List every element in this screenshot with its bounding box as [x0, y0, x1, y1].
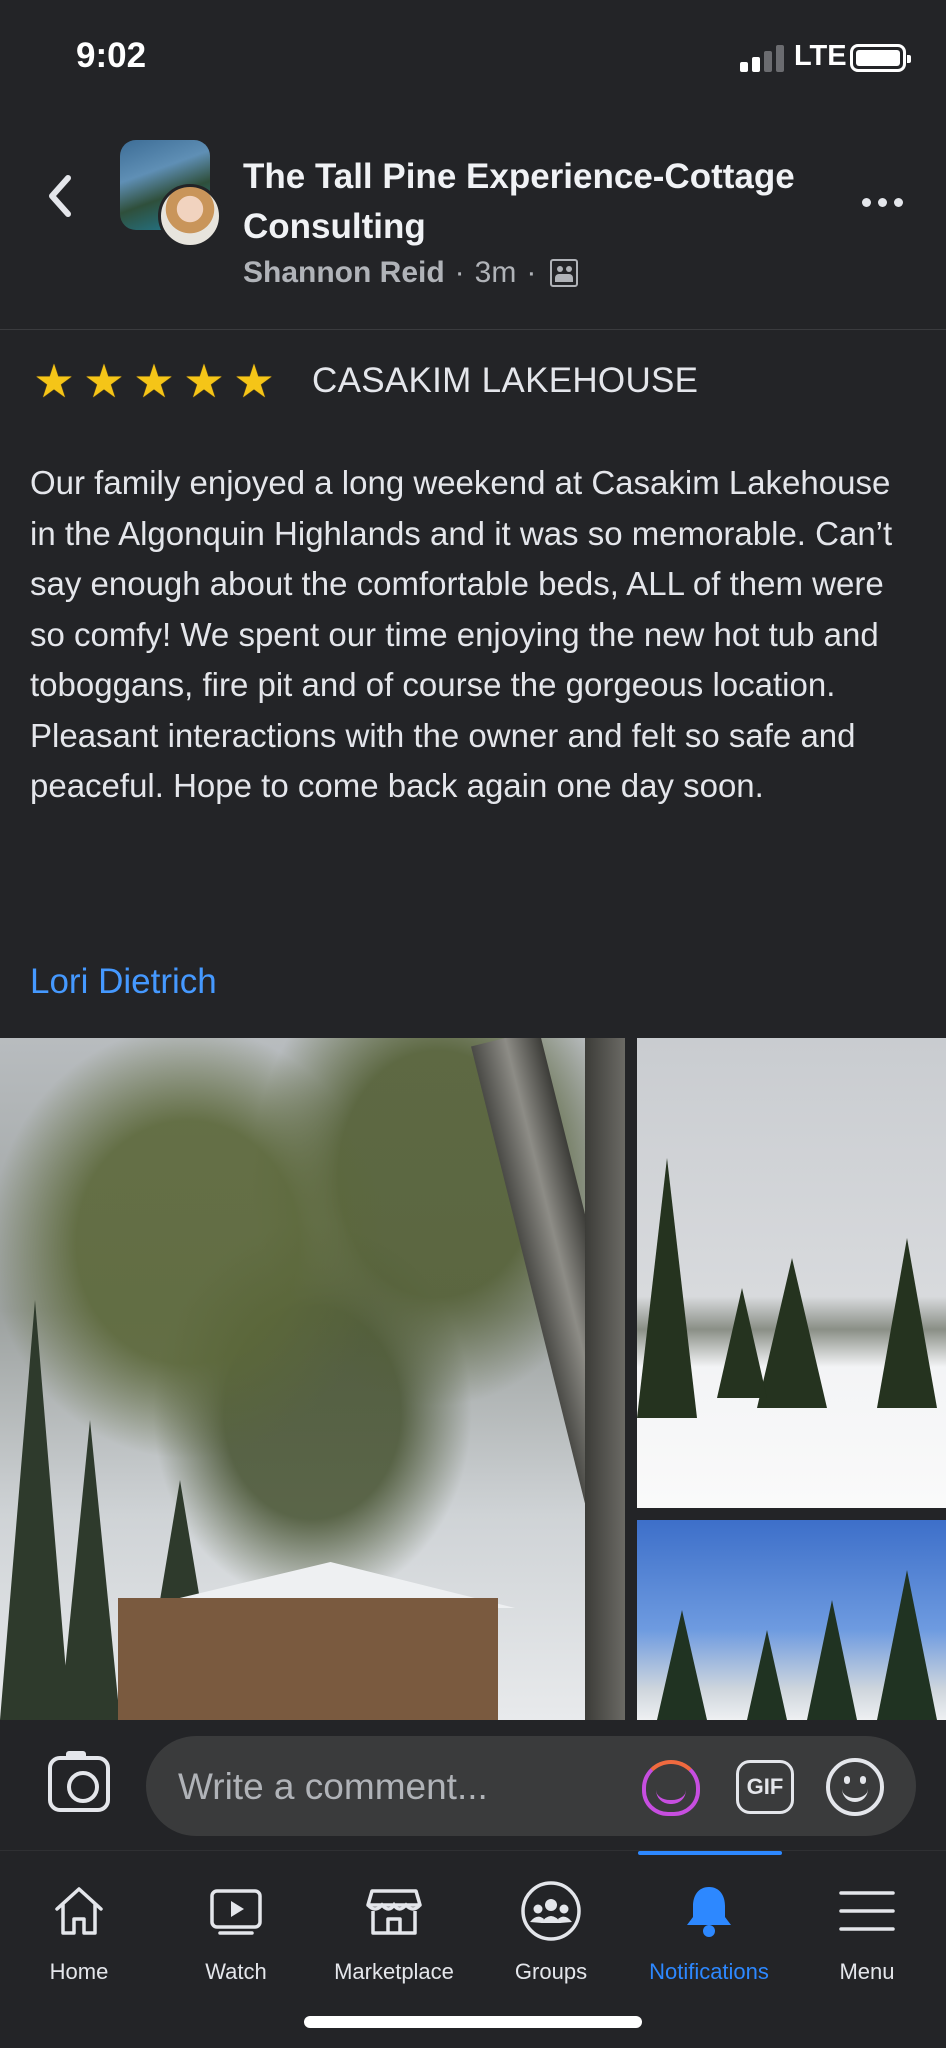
- blue-sky-pines-photo[interactable]: [637, 1520, 946, 1720]
- author-avatar[interactable]: [158, 184, 222, 248]
- group-members-icon: [550, 259, 579, 287]
- menu-icon: [839, 1891, 895, 1931]
- tab-marketplace[interactable]: Marketplace: [314, 1851, 474, 2001]
- tab-home[interactable]: Home: [0, 1851, 158, 2001]
- photo-grid: [0, 1038, 946, 1720]
- snowy-pine-tree-cottage-photo[interactable]: [0, 1038, 625, 1720]
- chevron-left-icon: [49, 175, 71, 217]
- tab-menu[interactable]: Menu: [788, 1851, 946, 2001]
- tab-watch[interactable]: Watch: [157, 1851, 315, 2001]
- signal-icon: [740, 44, 788, 72]
- star-icon: ★: [83, 355, 125, 407]
- snowy-lake-yard-photo[interactable]: [637, 1038, 946, 1508]
- bell-icon: [687, 1887, 731, 1937]
- back-button[interactable]: [40, 166, 80, 226]
- battery-icon: [850, 44, 911, 72]
- groups-icon: [521, 1881, 581, 1941]
- star-icon: ★: [183, 355, 225, 407]
- post-header: The Tall Pine Experience-Cottage Consult…: [0, 110, 946, 330]
- tab-label: Notifications: [649, 1959, 769, 1984]
- status-bar: 9:02 LTE: [0, 0, 946, 110]
- avatar-sticker-icon[interactable]: [642, 1760, 700, 1816]
- tab-label: Home: [49, 1959, 109, 1984]
- watch-icon: [210, 1889, 262, 1935]
- star-icon: ★: [233, 355, 275, 407]
- page-title[interactable]: The Tall Pine Experience-Cottage Consult…: [243, 152, 803, 252]
- status-time: 9:02: [76, 36, 147, 75]
- tab-notifications[interactable]: Notifications: [630, 1851, 788, 2001]
- tab-groups[interactable]: Groups: [472, 1851, 630, 2001]
- post-timestamp[interactable]: 3m: [475, 256, 517, 290]
- more-options-button[interactable]: [862, 182, 906, 222]
- page-avatar[interactable]: [120, 140, 222, 250]
- post-meta: Shannon Reid · 3m ·: [243, 256, 579, 290]
- rating-row: ★ ★ ★ ★ ★ CASAKIM LAKEHOUSE: [30, 356, 698, 406]
- camera-icon[interactable]: [48, 1751, 110, 1812]
- review-text: Our family enjoyed a long weekend at Cas…: [30, 464, 893, 804]
- comment-composer: Write a comment... GIF: [0, 1720, 946, 1850]
- marketplace-icon: [366, 1889, 422, 1935]
- comment-input[interactable]: Write a comment... GIF: [146, 1736, 916, 1836]
- tab-label: Groups: [514, 1959, 588, 1984]
- emoji-icon[interactable]: [826, 1758, 884, 1816]
- star-icon: ★: [33, 355, 75, 407]
- home-indicator: [304, 2016, 642, 2028]
- comment-placeholder[interactable]: Write a comment...: [178, 1766, 488, 1808]
- tab-label: Watch: [205, 1959, 267, 1984]
- star-rating: ★ ★ ★ ★ ★: [30, 357, 278, 405]
- author-name[interactable]: Shannon Reid: [243, 256, 445, 290]
- network-type: LTE: [794, 40, 847, 72]
- meta-separator: ·: [454, 256, 465, 289]
- home-icon: [55, 1887, 103, 1935]
- tab-label: Marketplace: [334, 1959, 454, 1984]
- reviewer-link[interactable]: Lori Dietrich: [30, 962, 217, 1002]
- recommended-place: CASAKIM LAKEHOUSE: [312, 361, 699, 400]
- meta-separator: ·: [526, 256, 537, 289]
- tab-label: Menu: [839, 1959, 895, 1984]
- star-icon: ★: [133, 355, 175, 407]
- gif-icon[interactable]: GIF: [736, 1760, 794, 1814]
